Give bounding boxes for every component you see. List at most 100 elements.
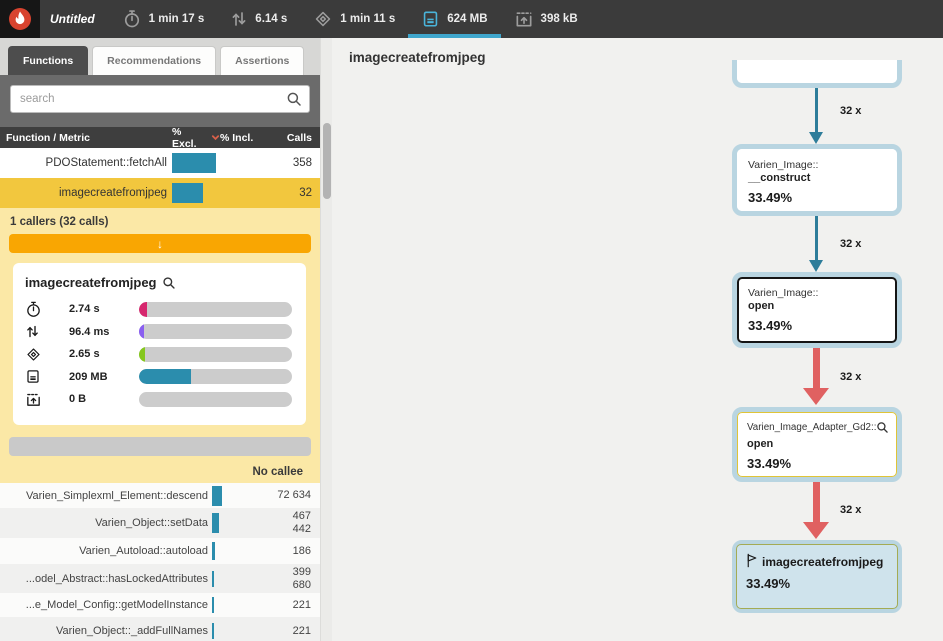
metric-cpu-time[interactable]: 1 min 11 s xyxy=(300,0,408,38)
callee-proportion-bar[interactable] xyxy=(9,437,311,456)
search-input[interactable] xyxy=(10,85,310,113)
metric-bar xyxy=(139,369,292,384)
function-row-imagecreatefromjpeg[interactable]: imagecreatefromjpeg 32 xyxy=(0,178,320,208)
memory-icon xyxy=(25,368,51,385)
excl-bar xyxy=(212,542,215,560)
calls-value: 358 xyxy=(264,157,320,169)
value: 680 xyxy=(258,579,311,592)
tab-functions[interactable]: Functions xyxy=(8,46,88,75)
function-name: Varien_Object::setData xyxy=(0,517,212,529)
edge-call-count: 32 x xyxy=(840,504,861,516)
graph-node-varien-image-construct[interactable]: Varien_Image:: __construct 33.49% xyxy=(732,144,902,216)
callgraph-canvas[interactable]: imagecreatefromjpeg 32 x Varien_Image:: … xyxy=(332,38,943,641)
excl-bar xyxy=(212,571,214,587)
node-function: imagecreatefromjpeg xyxy=(762,555,883,569)
list-item[interactable]: Varien_Object::setData 467442 xyxy=(0,508,320,538)
edge-line-hot xyxy=(813,482,820,522)
node-class: Varien_Image:: xyxy=(748,287,818,300)
header-function-metric[interactable]: Function / Metric xyxy=(0,132,172,144)
metric-value: 1 min 17 s xyxy=(149,13,205,25)
arrow-down-icon xyxy=(809,132,823,144)
excl-bar xyxy=(212,597,214,613)
callers-panel: 1 callers (32 calls) ↓ imagecreatefromjp… xyxy=(0,208,320,483)
value: 221 xyxy=(258,625,311,638)
profiler-app: Untitled 1 min 17 s 6.14 s 1 min 11 s 62… xyxy=(0,0,943,641)
metric-wall-time[interactable]: 1 min 17 s xyxy=(109,0,218,38)
node-method: open xyxy=(748,300,886,313)
header-incl[interactable]: % Incl. xyxy=(220,132,264,144)
list-item[interactable]: Varien_Object::_addFullNames 221 xyxy=(0,617,320,641)
sidebar-tabbar: Functions Recommendations Assertions xyxy=(0,38,320,75)
tab-label: Assertions xyxy=(235,55,289,67)
graph-node-parent-partial[interactable] xyxy=(732,60,902,88)
edge-call-count: 32 x xyxy=(840,105,861,117)
card-metric-wall-time: 2.74 s xyxy=(25,298,294,321)
function-name: PDOStatement::fetchAll xyxy=(0,157,172,169)
node-class: Varien_Image_Adapter_Gd2:: xyxy=(747,421,876,434)
edge-line-hot xyxy=(813,348,820,388)
magnifier-icon[interactable] xyxy=(876,421,889,438)
metric-bar xyxy=(139,392,292,407)
header-calls[interactable]: Calls xyxy=(264,132,320,144)
function-name: ...odel_Abstract::hasLockedAttributes xyxy=(0,573,212,585)
node-method: __construct xyxy=(748,172,886,185)
function-name: ...e_Model_Config::getModelInstance xyxy=(0,599,212,611)
search-band xyxy=(0,75,320,127)
list-item[interactable]: ...e_Model_Config::getModelInstance 221 xyxy=(0,593,320,617)
sidebar-scrollbar[interactable] xyxy=(320,38,332,641)
memory-icon xyxy=(421,9,440,29)
stopwatch-icon xyxy=(122,9,142,29)
edge-call-count: 32 x xyxy=(840,238,861,250)
search-icon xyxy=(285,90,303,113)
card-metric-network: 0 B xyxy=(25,388,294,411)
function-row-fetchall[interactable]: PDOStatement::fetchAll 358 xyxy=(0,148,320,178)
metric-value: 209 MB xyxy=(51,371,139,383)
graph-node-varien-image-open[interactable]: Varien_Image:: open 33.49% xyxy=(732,272,902,348)
stopwatch-icon xyxy=(25,301,51,318)
io-arrows-icon xyxy=(25,323,51,340)
metric-value: 624 MB xyxy=(447,13,487,25)
function-name: Varien_Object::_addFullNames xyxy=(0,625,212,637)
scrollbar-thumb[interactable] xyxy=(323,123,331,199)
edge-line xyxy=(815,216,818,260)
node-percentage: 33.49% xyxy=(748,318,886,333)
value: 72 634 xyxy=(258,489,311,502)
function-table-header: Function / Metric % Excl. % Incl. Calls xyxy=(0,127,320,148)
magnifier-icon[interactable] xyxy=(162,276,176,290)
list-item[interactable]: Varien_Simplexml_Element::descend 72 634 xyxy=(0,483,320,508)
excl-bar xyxy=(212,486,222,506)
header-excl[interactable]: % Excl. xyxy=(172,126,220,150)
profile-title: Untitled xyxy=(40,0,109,38)
tab-recommendations[interactable]: Recommendations xyxy=(92,46,216,75)
detail-card-title: imagecreatefromjpeg xyxy=(25,275,157,290)
excl-bar xyxy=(172,183,203,203)
related-functions-list: Varien_Simplexml_Element::descend 72 634… xyxy=(0,483,320,641)
arrow-down-icon xyxy=(803,388,829,405)
value: 186 xyxy=(258,545,311,558)
metric-memory[interactable]: 624 MB xyxy=(408,0,500,38)
tab-assertions[interactable]: Assertions xyxy=(220,46,304,75)
metric-value: 0 B xyxy=(51,393,139,405)
excl-bar xyxy=(212,623,214,639)
network-icon xyxy=(514,9,534,29)
function-name: Varien_Autoload::autoload xyxy=(0,545,212,557)
arrow-down-icon: ↓ xyxy=(157,238,163,250)
graph-title: imagecreatefromjpeg xyxy=(349,50,486,65)
sort-desc-icon xyxy=(211,133,220,142)
metric-value: 398 kB xyxy=(541,13,578,25)
edge-line xyxy=(815,88,818,132)
card-metric-cpu-time: 2.65 s xyxy=(25,343,294,366)
value: 467 xyxy=(258,510,311,523)
caller-proportion-bar[interactable]: ↓ xyxy=(9,234,311,253)
metric-bar xyxy=(139,324,292,339)
top-bar: Untitled 1 min 17 s 6.14 s 1 min 11 s 62… xyxy=(0,0,943,38)
metric-value: 96.4 ms xyxy=(51,326,139,338)
app-logo[interactable] xyxy=(0,0,40,38)
graph-node-varien-image-adapter-gd2-open[interactable]: Varien_Image_Adapter_Gd2:: open 33.49% xyxy=(732,407,902,482)
metric-network[interactable]: 398 kB xyxy=(501,0,591,38)
graph-node-imagecreatefromjpeg[interactable]: imagecreatefromjpeg 33.49% xyxy=(732,540,902,613)
sidebar: Functions Recommendations Assertions Fun… xyxy=(0,38,332,641)
list-item[interactable]: Varien_Autoload::autoload 186 xyxy=(0,538,320,564)
list-item[interactable]: ...odel_Abstract::hasLockedAttributes 39… xyxy=(0,564,320,593)
metric-io-wait[interactable]: 6.14 s xyxy=(217,0,300,38)
